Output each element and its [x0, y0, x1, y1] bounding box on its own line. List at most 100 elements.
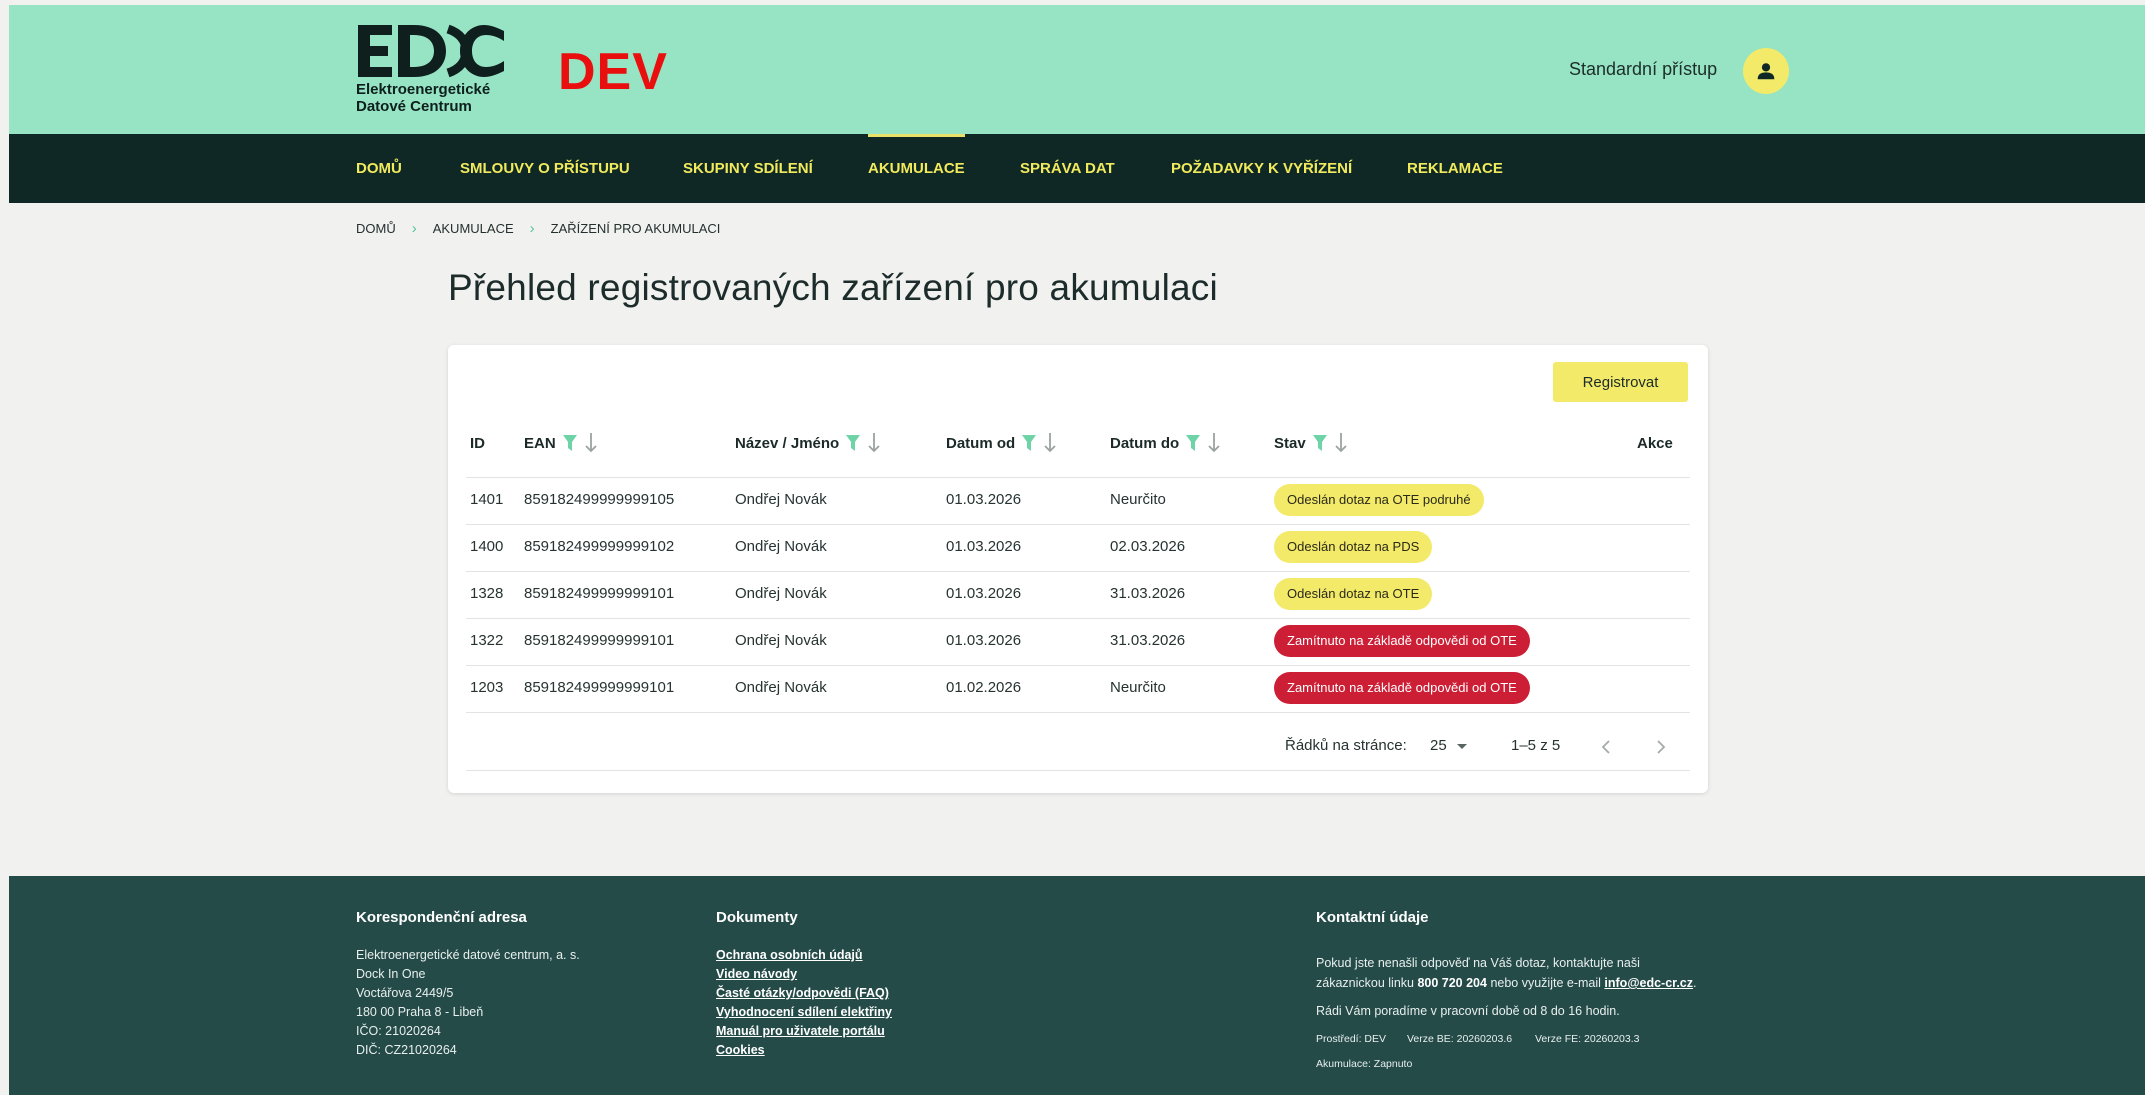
nav-item-reklamace[interactable]: REKLAMACE	[1407, 134, 1503, 203]
footer-address-line: Elektroenergetické datové centrum, a. s.	[356, 948, 580, 962]
pagination-range: 1–5 z 5	[1511, 737, 1561, 754]
app-window: Elektroenergetické Datové Centrum DEV Sta…	[9, 5, 2145, 1095]
logo-text: Elektroenergetické Datové Centrum	[356, 81, 491, 115]
row-divider	[466, 618, 1690, 619]
cell-date-from: 01.02.2026	[946, 679, 1022, 696]
nav-item-domu[interactable]: DOMŮ	[356, 134, 402, 203]
person-icon	[1757, 63, 1775, 80]
chevron-right-icon	[1657, 740, 1666, 754]
chevron-right-icon: ›	[411, 220, 417, 237]
edc-logo[interactable]: Elektroenergetické Datové Centrum	[356, 23, 516, 123]
footer-address-line: Voctářova 2449/5	[356, 986, 454, 1000]
row-divider	[466, 665, 1690, 666]
register-button[interactable]: Registrovat	[1553, 362, 1688, 402]
previous-page-button[interactable]	[1592, 733, 1620, 761]
column-header-date-from-label: Datum od	[946, 434, 1016, 452]
sort-arrow-down-icon[interactable]	[1334, 432, 1348, 454]
status-badge: Zamítnuto na základě odpovědi od OTE	[1274, 625, 1530, 657]
breadcrumb-current: ZAŘÍZENÍ PRO AKUMULACI	[550, 221, 721, 236]
cell-ean: 859182499999999102	[524, 538, 675, 555]
header-bar: Elektroenergetické Datové Centrum DEV Sta…	[9, 5, 2145, 134]
footer-version-fe: Verze FE: 20260203.3	[1535, 1033, 1640, 1045]
cell-id: 1203	[470, 679, 504, 696]
status-badge: Odeslán dotaz na OTE	[1274, 578, 1433, 610]
footer-contact-title: Kontaktní údaje	[1316, 909, 1429, 926]
access-level-label: Standardní přístup	[1569, 59, 1718, 79]
filter-icon[interactable]	[1312, 434, 1328, 452]
filter-icon[interactable]	[562, 434, 578, 452]
footer-contact-text: Pokud jste nenašli odpověď na Váš dotaz,…	[1316, 956, 1640, 970]
column-header-ean-label: EAN	[524, 434, 556, 452]
cell-date-to: 31.03.2026	[1110, 632, 1186, 649]
column-header-date-to: Datum do	[1110, 431, 1221, 455]
nav-item-sprava-dat[interactable]: SPRÁVA DAT	[1020, 134, 1115, 203]
footer-link-sharing-evaluation[interactable]: Vyhodnocení sdílení elektřiny	[716, 1005, 892, 1019]
filter-icon[interactable]	[1185, 434, 1201, 452]
column-header-state: Stav	[1274, 431, 1348, 455]
cell-id: 1401	[470, 491, 504, 508]
nav-item-akumulace[interactable]: AKUMULACE	[868, 134, 965, 203]
rows-per-page-select[interactable]: 25	[1430, 737, 1471, 754]
rows-per-page-value: 25	[1430, 737, 1447, 754]
cell-id: 1400	[470, 538, 504, 555]
footer-link-faq[interactable]: Časté otázky/odpovědi (FAQ)	[716, 986, 889, 1000]
footer-environment: Prostředí: DEV	[1316, 1033, 1387, 1045]
column-header-date-from: Datum od	[946, 431, 1057, 455]
footer-link-manual[interactable]: Manuál pro uživatele portálu	[716, 1024, 885, 1038]
footer-contact-text: zákaznickou linku 800 720 204 nebo využi…	[1316, 976, 1697, 990]
footer-link-cookies[interactable]: Cookies	[716, 1043, 765, 1057]
sort-arrow-down-icon[interactable]	[584, 432, 598, 454]
footer-hours: Rádi Vám poradíme v pracovní době od 8 d…	[1316, 1004, 1620, 1018]
status-badge: Zamítnuto na základě odpovědi od OTE	[1274, 672, 1530, 704]
breadcrumb-domu[interactable]: DOMŮ	[356, 221, 396, 236]
cell-name: Ondřej Novák	[735, 585, 827, 602]
column-header-ean: EAN	[524, 431, 598, 455]
column-header-actions: Akce	[1637, 431, 1673, 455]
cell-id: 1328	[470, 585, 504, 602]
sort-arrow-down-icon[interactable]	[867, 432, 881, 454]
column-header-state-label: Stav	[1274, 434, 1306, 452]
footer-address-line: Dock In One	[356, 967, 426, 981]
cell-date-from: 01.03.2026	[946, 538, 1022, 555]
status-badge: Odeslán dotaz na OTE podruhé	[1274, 484, 1484, 516]
cell-ean: 859182499999999105	[524, 491, 675, 508]
row-divider	[466, 770, 1690, 771]
footer-address-line: 180 00 Praha 8 - Libeň	[356, 1005, 484, 1019]
cell-date-to: Neurčito	[1110, 491, 1166, 508]
column-header-date-to-label: Datum do	[1110, 434, 1180, 452]
filter-icon[interactable]	[1021, 434, 1037, 452]
cell-name: Ondřej Novák	[735, 491, 827, 508]
footer-link-video[interactable]: Video návody	[716, 967, 797, 981]
user-menu-button[interactable]	[1743, 48, 1789, 94]
chevron-right-icon: ›	[529, 220, 535, 237]
footer-contact-text-part: nebo využijte e-mail	[1490, 976, 1601, 990]
column-header-name-label: Název / Jméno	[735, 434, 840, 452]
nav-item-pozadavky[interactable]: POŽADAVKY K VYŘÍZENÍ	[1171, 134, 1352, 203]
filter-icon[interactable]	[845, 434, 861, 452]
breadcrumb-akumulace[interactable]: AKUMULACE	[433, 221, 514, 236]
footer: Korespondenční adresa Elektroenergetické…	[9, 876, 2145, 1095]
cell-ean: 859182499999999101	[524, 679, 675, 696]
sort-arrow-down-icon[interactable]	[1043, 432, 1057, 454]
breadcrumb: DOMŮ › AKUMULACE › ZAŘÍZENÍ PRO AKUMULAC…	[356, 220, 720, 237]
environment-label: DEV	[558, 43, 668, 101]
main-nav: DOMŮ SMLOUVY O PŘÍSTUPU SKUPINY SDÍLENÍ …	[9, 134, 2145, 203]
footer-link-privacy[interactable]: Ochrana osobních údajů	[716, 948, 863, 962]
chevron-left-icon	[1601, 740, 1610, 754]
edc-logo-mark	[358, 24, 504, 78]
footer-documents-title: Dokumenty	[716, 909, 798, 926]
row-divider	[466, 477, 1690, 478]
cell-date-to: 02.03.2026	[1110, 538, 1186, 555]
sort-arrow-down-icon[interactable]	[1207, 432, 1221, 454]
footer-version-be: Verze BE: 20260203.6	[1407, 1033, 1513, 1045]
row-divider	[466, 712, 1690, 713]
footer-email-link[interactable]: info@edc-cr.cz	[1604, 976, 1693, 990]
footer-address-title: Korespondenční adresa	[356, 909, 527, 926]
nav-item-skupiny[interactable]: SKUPINY SDÍLENÍ	[683, 134, 813, 203]
column-header-id-label: ID	[470, 434, 485, 452]
cell-date-from: 01.03.2026	[946, 632, 1022, 649]
footer-address-line: IČO: 21020264	[356, 1024, 441, 1038]
next-page-button[interactable]	[1647, 733, 1675, 761]
nav-item-smlouvy[interactable]: SMLOUVY O PŘÍSTUPU	[460, 134, 630, 203]
cell-date-to: 31.03.2026	[1110, 585, 1186, 602]
